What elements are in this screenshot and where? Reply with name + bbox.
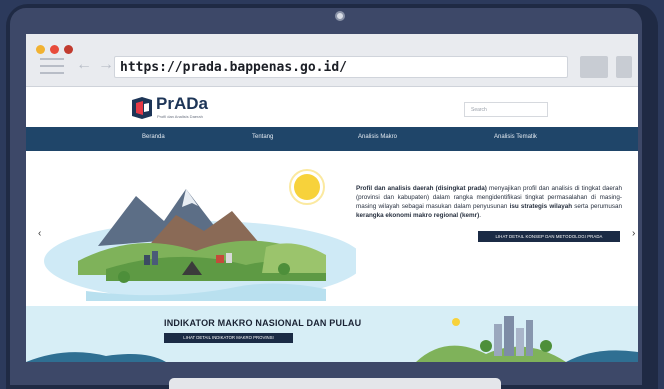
window-dot-darkred-icon[interactable]: [64, 45, 73, 54]
menu-icon[interactable]: [40, 58, 64, 74]
nav-item-analisis-tematik[interactable]: Analisis Tematik: [494, 134, 537, 140]
browser-toolbar: ←→ https://prada.bappenas.go.id/: [26, 34, 638, 87]
hero-bold-isu: isu strategis wilayah: [509, 203, 573, 210]
hero-text-3: .: [479, 212, 481, 219]
carousel-prev-icon[interactable]: ‹: [38, 228, 41, 239]
browser-window: ←→ https://prada.bappenas.go.id/ PrADa P…: [26, 34, 638, 362]
prada-logo-icon[interactable]: [130, 96, 154, 120]
hero-illustration: [44, 169, 356, 301]
site-logo-subtitle: Profil dan Analisis Daerah: [157, 114, 203, 119]
detail-indikator-button[interactable]: LIHAT DETAIL INDIKATOR MAKRO PROVINSI: [164, 333, 293, 343]
hero-bold-title: Profil dan analisis daerah (disingkat pr…: [356, 185, 487, 192]
nav-item-beranda[interactable]: Beranda: [142, 134, 165, 140]
detail-konsep-button[interactable]: LIHAT DETAIL KONSEP DAN METODOLOGI PRADA: [478, 231, 620, 242]
camera-icon: [335, 11, 345, 21]
laptop-base: [169, 378, 501, 389]
window-dot-red-icon[interactable]: [50, 45, 59, 54]
hero-description: Profil dan analisis daerah (disingkat pr…: [356, 184, 622, 220]
search-input[interactable]: Search: [464, 102, 548, 117]
hero-text-2: serta perumusan: [572, 203, 622, 210]
address-bar[interactable]: https://prada.bappenas.go.id/: [114, 56, 568, 78]
indikator-title: INDIKATOR MAKRO NASIONAL DAN PULAU: [164, 318, 362, 328]
nav-item-tentang[interactable]: Tentang: [252, 134, 273, 140]
browser-button-small[interactable]: [616, 56, 632, 78]
indikator-illustration: [26, 316, 638, 362]
window-dot-yellow-icon[interactable]: [36, 45, 45, 54]
hero-bold-kemr: kerangka ekonomi makro regional (kemr): [356, 212, 480, 219]
browser-button[interactable]: [580, 56, 608, 78]
carousel-next-icon[interactable]: ›: [632, 228, 635, 239]
site-logo-text[interactable]: PrADa: [156, 94, 208, 114]
main-nav: Beranda Tentang Analisis Makro Analisis …: [26, 127, 638, 151]
indikator-section: [26, 306, 638, 362]
nav-item-analisis-makro[interactable]: Analisis Makro: [358, 134, 397, 140]
